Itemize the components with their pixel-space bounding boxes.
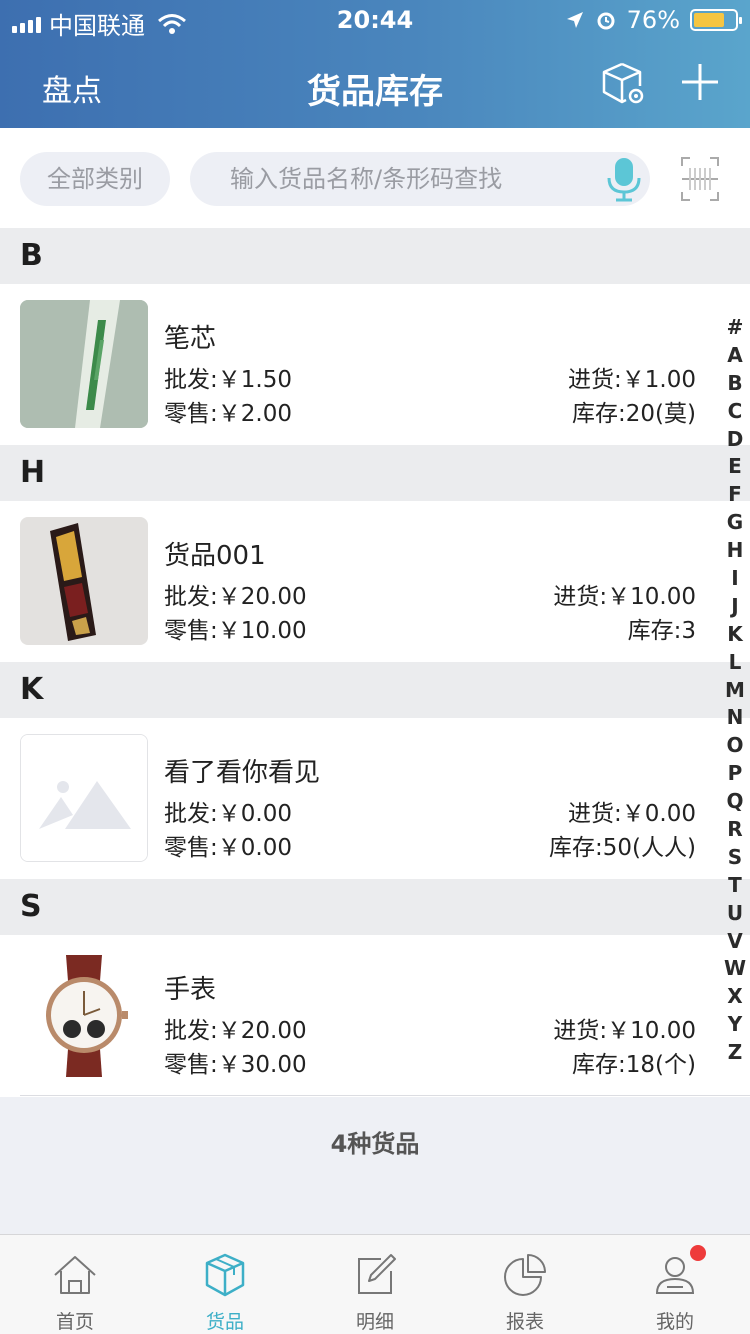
tab-reports[interactable]: 报表 bbox=[450, 1235, 600, 1334]
index-letter[interactable]: Y bbox=[722, 1011, 748, 1039]
stock-quantity: 库存:18(个) bbox=[572, 1052, 696, 1078]
tab-label: 首页 bbox=[55, 1311, 94, 1333]
wholesale-price: 批发:￥20.00 bbox=[164, 1018, 307, 1044]
tab-label: 货品 bbox=[205, 1311, 244, 1333]
tab-label: 报表 bbox=[505, 1311, 544, 1333]
retail-price: 零售:￥0.00 bbox=[164, 835, 292, 861]
pie-chart-icon bbox=[504, 1254, 546, 1296]
list-item[interactable]: 手表 批发:￥20.00 零售:￥30.00 进货:￥10.00 库存:18(个… bbox=[0, 935, 750, 1097]
product-thumbnail bbox=[20, 300, 148, 428]
index-letter[interactable]: M bbox=[722, 677, 748, 705]
purchase-price: 进货:￥10.00 bbox=[553, 584, 696, 610]
notification-badge bbox=[690, 1245, 706, 1261]
battery-icon bbox=[690, 9, 742, 31]
product-count: 4种货品 bbox=[330, 1130, 420, 1158]
list-item[interactable]: 笔芯 批发:￥1.50 零售:￥2.00 进货:￥1.00 库存:20(莫) bbox=[0, 284, 750, 446]
tab-me[interactable]: 我的 bbox=[600, 1235, 750, 1334]
section-header-b: B bbox=[0, 228, 750, 284]
tab-home[interactable]: 首页 bbox=[0, 1235, 150, 1334]
index-letter[interactable]: R bbox=[722, 816, 748, 844]
location-arrow-icon bbox=[566, 12, 583, 28]
index-letter[interactable]: E bbox=[722, 453, 748, 481]
tab-products[interactable]: 货品 bbox=[150, 1235, 300, 1334]
product-name: 手表 bbox=[164, 975, 217, 1005]
section-header-h: H bbox=[0, 445, 750, 501]
box-icon bbox=[205, 1253, 245, 1297]
product-thumbnail bbox=[20, 517, 148, 645]
tab-label: 我的 bbox=[655, 1311, 694, 1333]
index-letter[interactable]: N bbox=[722, 704, 748, 732]
stock-quantity: 库存:3 bbox=[627, 618, 696, 644]
index-letter[interactable]: D bbox=[722, 426, 748, 454]
index-letter[interactable]: C bbox=[722, 398, 748, 426]
index-letter[interactable]: W bbox=[722, 955, 748, 983]
barcode-scan-icon[interactable] bbox=[680, 156, 720, 202]
wholesale-price: 批发:￥1.50 bbox=[164, 367, 292, 393]
purchase-price: 进货:￥0.00 bbox=[568, 801, 696, 827]
list-divider bbox=[20, 1095, 750, 1096]
index-letter[interactable]: A bbox=[722, 342, 748, 370]
tab-details[interactable]: 明细 bbox=[300, 1235, 450, 1334]
alphabet-index[interactable]: # A B C D E F G H I J K L M N O P Q R S T U V W X Y Z bbox=[722, 314, 748, 1067]
product-name: 货品001 bbox=[164, 541, 266, 571]
index-letter[interactable]: K bbox=[722, 621, 748, 649]
edit-icon bbox=[358, 1254, 396, 1294]
wholesale-price: 批发:￥20.00 bbox=[164, 584, 307, 610]
product-thumbnail bbox=[20, 951, 148, 1079]
index-letter[interactable]: P bbox=[722, 760, 748, 788]
retail-price: 零售:￥10.00 bbox=[164, 618, 307, 644]
index-letter[interactable]: B bbox=[722, 370, 748, 398]
microphone-icon[interactable] bbox=[604, 156, 644, 202]
search-placeholder: 输入货品名称/条形码查找 bbox=[230, 165, 503, 193]
category-filter-button[interactable]: 全部类别 bbox=[20, 152, 170, 206]
index-letter[interactable]: J bbox=[722, 593, 748, 621]
wholesale-price: 批发:￥0.00 bbox=[164, 801, 292, 827]
index-letter[interactable]: F bbox=[722, 481, 748, 509]
index-letter[interactable]: V bbox=[722, 928, 748, 956]
index-letter[interactable]: U bbox=[722, 900, 748, 928]
index-letter[interactable]: Z bbox=[722, 1039, 748, 1067]
index-letter[interactable]: L bbox=[722, 649, 748, 677]
index-letter[interactable]: # bbox=[722, 314, 748, 342]
battery-percent: 76% bbox=[626, 6, 680, 34]
section-header-k: K bbox=[0, 662, 750, 718]
index-letter[interactable]: H bbox=[722, 537, 748, 565]
retail-price: 零售:￥2.00 bbox=[164, 401, 292, 427]
index-letter[interactable]: X bbox=[722, 983, 748, 1011]
stock-quantity: 库存:50(人人) bbox=[549, 835, 696, 861]
index-letter[interactable]: Q bbox=[722, 788, 748, 816]
search-bar: 全部类别 输入货品名称/条形码查找 bbox=[0, 128, 750, 228]
index-letter[interactable]: O bbox=[722, 732, 748, 760]
tab-bar: 首页 货品 明细 报表 我的 bbox=[0, 1234, 750, 1334]
plus-icon[interactable] bbox=[680, 62, 720, 102]
index-letter[interactable]: T bbox=[722, 872, 748, 900]
list-item[interactable]: 看了看你看见 批发:￥0.00 零售:￥0.00 进货:￥0.00 库存:50(… bbox=[0, 718, 750, 880]
box-settings-icon[interactable] bbox=[600, 60, 648, 108]
purchase-price: 进货:￥10.00 bbox=[553, 1018, 696, 1044]
section-header-s: S bbox=[0, 879, 750, 935]
retail-price: 零售:￥30.00 bbox=[164, 1052, 307, 1078]
index-letter[interactable]: S bbox=[722, 844, 748, 872]
tab-label: 明细 bbox=[355, 1311, 394, 1333]
product-name: 笔芯 bbox=[164, 324, 217, 354]
index-letter[interactable]: G bbox=[722, 509, 748, 537]
home-icon bbox=[54, 1256, 96, 1294]
search-input[interactable]: 输入货品名称/条形码查找 bbox=[190, 152, 650, 206]
alarm-icon bbox=[597, 12, 615, 30]
status-bar: 中国联通 20:44 76% bbox=[0, 0, 750, 40]
product-name: 看了看你看见 bbox=[164, 758, 321, 788]
image-placeholder-icon bbox=[20, 734, 148, 862]
top-header: 中国联通 20:44 76% 盘点 货品库存 bbox=[0, 0, 750, 128]
status-right: 76% bbox=[565, 6, 742, 34]
index-letter[interactable]: I bbox=[722, 565, 748, 593]
list-item[interactable]: 货品001 批发:￥20.00 零售:￥10.00 进货:￥10.00 库存:3 bbox=[0, 501, 750, 663]
stock-quantity: 库存:20(莫) bbox=[572, 401, 696, 427]
purchase-price: 进货:￥1.00 bbox=[568, 367, 696, 393]
